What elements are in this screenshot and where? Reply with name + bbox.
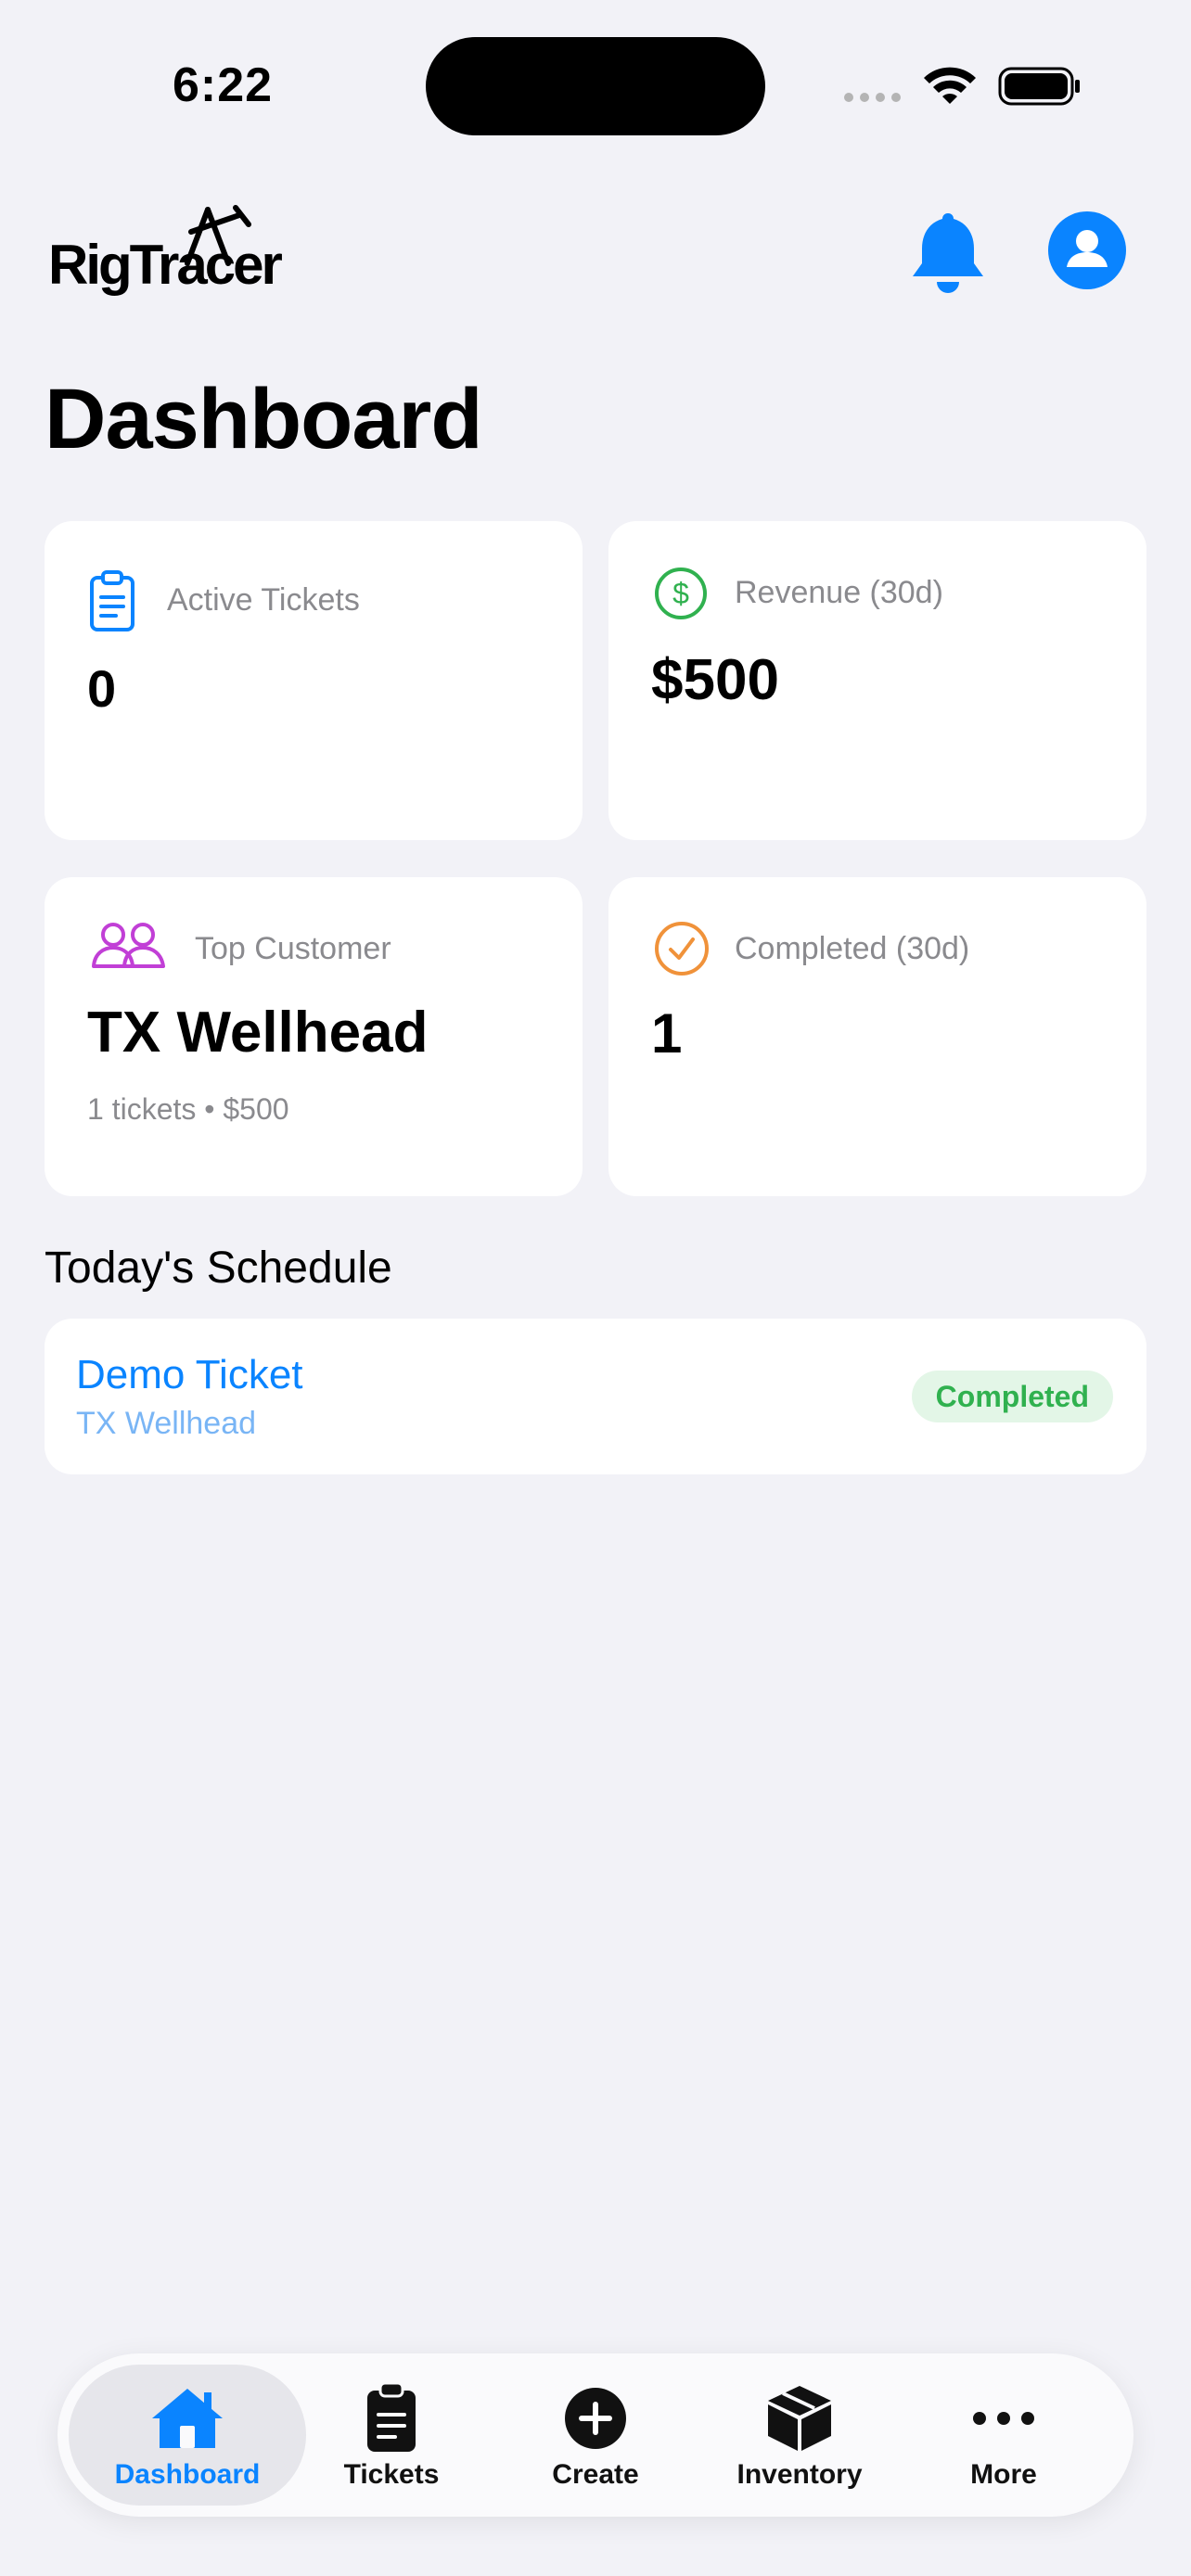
tab-dashboard-label: Dashboard xyxy=(114,2459,261,2490)
dollar-circle-icon: $ xyxy=(655,567,707,619)
schedule-item[interactable]: Demo Ticket TX Wellhead Completed xyxy=(45,1319,1146,1474)
page-title: Dashboard xyxy=(45,372,483,466)
dashboard-screen: 6:22 RigTracer Dashboard Active Tickets … xyxy=(0,0,1191,2576)
top-customer-card[interactable]: Top Customer TX Wellhead 1 tickets • $50… xyxy=(45,877,583,1196)
status-time: 6:22 xyxy=(173,58,274,112)
active-tickets-label: Active Tickets xyxy=(167,582,360,618)
cellular-signal-icon xyxy=(844,93,901,102)
schedule-item-title: Demo Ticket xyxy=(76,1352,303,1397)
plus-circle-icon xyxy=(565,2388,626,2449)
notifications-bell-icon[interactable] xyxy=(909,210,987,293)
ellipsis-icon xyxy=(973,2412,1034,2425)
tab-more[interactable]: More xyxy=(902,2353,1106,2517)
active-tickets-card[interactable]: Active Tickets 0 xyxy=(45,521,583,840)
completed-card[interactable]: Completed (30d) 1 xyxy=(608,877,1146,1196)
revenue-card[interactable]: $ Revenue (30d) $500 xyxy=(608,521,1146,840)
tab-inventory-label: Inventory xyxy=(736,2459,863,2490)
status-badge: Completed xyxy=(911,1371,1113,1422)
logo-text: RigTracer xyxy=(48,234,282,296)
tab-dashboard[interactable]: Dashboard xyxy=(85,2353,289,2517)
tab-tickets-label: Tickets xyxy=(343,2459,440,2490)
tab-inventory[interactable]: Inventory xyxy=(698,2353,902,2517)
schedule-item-customer: TX Wellhead xyxy=(76,1406,257,1441)
top-customer-sub: 1 tickets • $500 xyxy=(87,1092,289,1126)
tab-bar: Dashboard Tickets Create Inventory More xyxy=(58,2353,1133,2517)
logo-graphic: RigTracer xyxy=(48,205,285,296)
battery-icon xyxy=(998,67,1080,106)
wifi-icon xyxy=(924,67,976,104)
person-icon xyxy=(1067,230,1108,267)
completed-value: 1 xyxy=(651,1002,683,1065)
rigtracer-logo: RigTracer xyxy=(48,198,289,305)
completed-label: Completed (30d) xyxy=(735,931,970,966)
schedule-section-title: Today's Schedule xyxy=(45,1243,392,1293)
box-icon xyxy=(768,2386,831,2451)
checkmark-circle-icon xyxy=(655,922,709,976)
active-tickets-value: 0 xyxy=(87,659,117,718)
clipboard-icon xyxy=(367,2381,416,2452)
revenue-value: $500 xyxy=(651,648,779,712)
tab-create[interactable]: Create xyxy=(493,2353,698,2517)
tab-create-label: Create xyxy=(552,2459,639,2490)
tab-tickets[interactable]: Tickets xyxy=(289,2353,493,2517)
svg-text:$: $ xyxy=(672,577,689,610)
top-customer-value: TX Wellhead xyxy=(87,1001,429,1065)
top-customer-label: Top Customer xyxy=(195,931,391,966)
clipboard-icon xyxy=(90,570,134,631)
revenue-label: Revenue (30d) xyxy=(735,575,943,610)
house-icon xyxy=(152,2389,223,2448)
people-icon xyxy=(92,923,165,968)
dynamic-island xyxy=(426,37,765,135)
tab-more-label: More xyxy=(970,2459,1037,2490)
profile-avatar[interactable] xyxy=(1048,211,1126,289)
